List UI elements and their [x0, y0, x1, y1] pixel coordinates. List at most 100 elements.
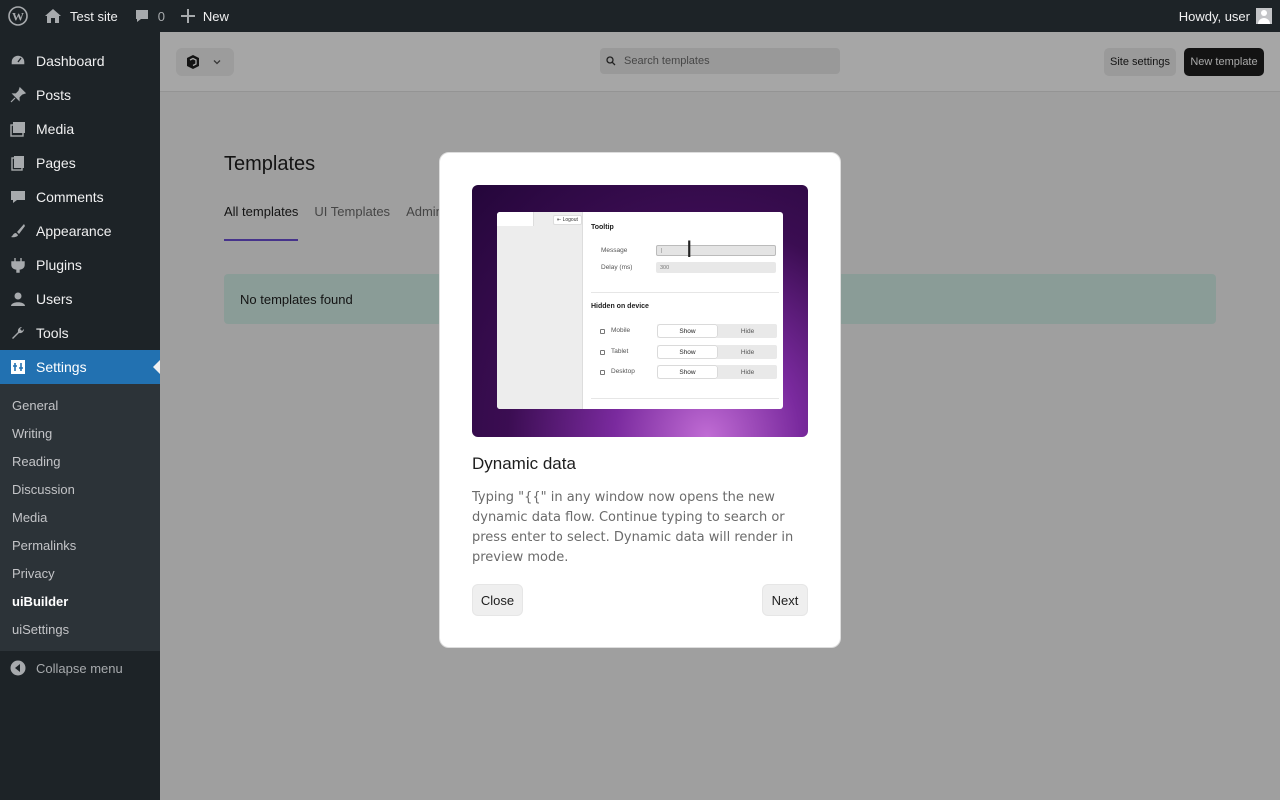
my-account-link[interactable]: Howdy, user [1171, 0, 1280, 32]
preview-window: ⇤ Logout Tooltip Message | Delay (ms) 30… [497, 212, 783, 409]
menu-item-settings[interactable]: Settings [0, 350, 160, 384]
preview-heading-tooltip: Tooltip [591, 224, 614, 231]
preview-label-tablet: Tablet [611, 348, 629, 355]
pin-icon [0, 86, 36, 104]
submenu-item-discussion[interactable]: Discussion [0, 475, 160, 503]
search-input[interactable] [624, 55, 824, 67]
whats-new-dialog: ⇤ Logout Tooltip Message | Delay (ms) 30… [439, 152, 841, 648]
menu-label: Users [36, 291, 73, 307]
preview-label-message: Message [601, 247, 628, 254]
page-title: Templates [224, 153, 316, 175]
admin-sidebar: Dashboard Posts Media Pages Comments App… [0, 32, 160, 800]
new-template-button[interactable]: New template [1184, 48, 1264, 76]
wordpress-logo-icon[interactable]: W [0, 0, 36, 32]
comments-count: 0 [157, 8, 165, 24]
site-name: Test site [70, 8, 118, 24]
home-icon [45, 9, 61, 23]
text-cursor-icon: I [686, 238, 693, 263]
dialog-body: Typing "{{" in any window now opens the … [472, 490, 794, 565]
close-button[interactable]: Close [472, 584, 523, 616]
desktop-icon [600, 370, 605, 375]
svg-text:W: W [12, 10, 24, 24]
preview-toggle-mobile: Show Hide [657, 324, 777, 338]
submenu-item-media[interactable]: Media [0, 503, 160, 531]
submenu-item-writing[interactable]: Writing [0, 419, 160, 447]
uibuilder-logo-icon [187, 55, 199, 69]
menu-item-pages[interactable]: Pages [0, 146, 160, 180]
preview-toggle-tablet: Show Hide [657, 345, 777, 359]
settings-icon [0, 358, 36, 376]
submenu-item-general[interactable]: General [0, 391, 160, 419]
collapse-icon [0, 660, 36, 676]
submenu-item-uisettings[interactable]: uiSettings [0, 615, 160, 643]
menu-item-tools[interactable]: Tools [0, 316, 160, 350]
search-icon [606, 56, 616, 66]
template-tabs: All templates UI Templates Admin [224, 204, 443, 241]
media-icon [0, 120, 36, 138]
tab-ui-templates[interactable]: UI Templates [314, 204, 390, 241]
comment-icon [135, 10, 148, 22]
search-box[interactable] [600, 48, 840, 74]
submenu-item-reading[interactable]: Reading [0, 447, 160, 475]
wrench-icon [0, 324, 36, 342]
collapse-menu-button[interactable]: Collapse menu [0, 651, 160, 685]
plus-icon [180, 9, 195, 23]
settings-submenu: General Writing Reading Discussion Media… [0, 384, 160, 651]
menu-label: Comments [36, 189, 104, 205]
brush-icon [0, 222, 36, 240]
preview-tab [497, 212, 534, 226]
menu-item-plugins[interactable]: Plugins [0, 248, 160, 282]
preview-toggle-desktop: Show Hide [657, 365, 777, 379]
preview-divider [591, 398, 779, 399]
comments-link[interactable]: 0 [126, 0, 173, 32]
menu-item-users[interactable]: Users [0, 282, 160, 316]
preview-field-message: | [656, 245, 776, 256]
comment-icon [0, 188, 36, 206]
tablet-icon [600, 350, 605, 355]
preview-label-mobile: Mobile [611, 327, 631, 334]
submenu-item-privacy[interactable]: Privacy [0, 559, 160, 587]
menu-label: Media [36, 121, 75, 137]
greeting: Howdy, user [1178, 8, 1250, 24]
user-icon [0, 290, 36, 308]
preview-panel: Tooltip Message | Delay (ms) 300 Hidden … [591, 212, 779, 409]
feature-preview-image: ⇤ Logout Tooltip Message | Delay (ms) 30… [472, 185, 808, 437]
dashboard-icon [0, 52, 36, 70]
app-switcher-button[interactable] [176, 48, 234, 76]
tab-all-templates[interactable]: All templates [224, 204, 299, 241]
collapse-label: Collapse menu [36, 660, 123, 676]
mobile-icon [600, 329, 605, 334]
menu-label: Posts [36, 87, 72, 103]
admin-bar: W Test site 0 New Howdy, user [0, 0, 1280, 32]
preview-sidebar: ⇤ Logout [497, 212, 583, 409]
builder-topbar: Site settings New template [160, 32, 1280, 92]
menu-item-appearance[interactable]: Appearance [0, 214, 160, 248]
preview-label-desktop: Desktop [611, 368, 635, 375]
submenu-item-permalinks[interactable]: Permalinks [0, 531, 160, 559]
preview-divider [591, 292, 779, 293]
submenu-item-uibuilder[interactable]: uiBuilder [0, 587, 160, 615]
site-settings-button[interactable]: Site settings [1104, 48, 1176, 76]
preview-label-delay: Delay (ms) [601, 264, 633, 271]
plugin-icon [0, 256, 36, 274]
new-label: New [202, 8, 229, 24]
menu-label: Plugins [36, 257, 82, 273]
site-name-link[interactable]: Test site [36, 0, 126, 32]
tab-admin[interactable]: Admin [406, 204, 443, 241]
menu-label: Tools [36, 325, 69, 341]
menu-item-dashboard[interactable]: Dashboard [0, 44, 160, 78]
next-button[interactable]: Next [762, 584, 808, 616]
new-content-link[interactable]: New [173, 0, 237, 32]
menu-item-media[interactable]: Media [0, 112, 160, 146]
menu-label: Settings [36, 359, 87, 375]
preview-logout: ⇤ Logout [553, 215, 582, 225]
menu-label: Dashboard [36, 53, 105, 69]
dialog-title: Dynamic data [472, 454, 576, 473]
avatar [1256, 8, 1272, 24]
menu-item-comments[interactable]: Comments [0, 180, 160, 214]
pages-icon [0, 154, 36, 172]
chevron-down-icon [213, 60, 221, 65]
preview-heading-hidden: Hidden on device [591, 303, 649, 310]
menu-label: Appearance [36, 223, 112, 239]
menu-item-posts[interactable]: Posts [0, 78, 160, 112]
